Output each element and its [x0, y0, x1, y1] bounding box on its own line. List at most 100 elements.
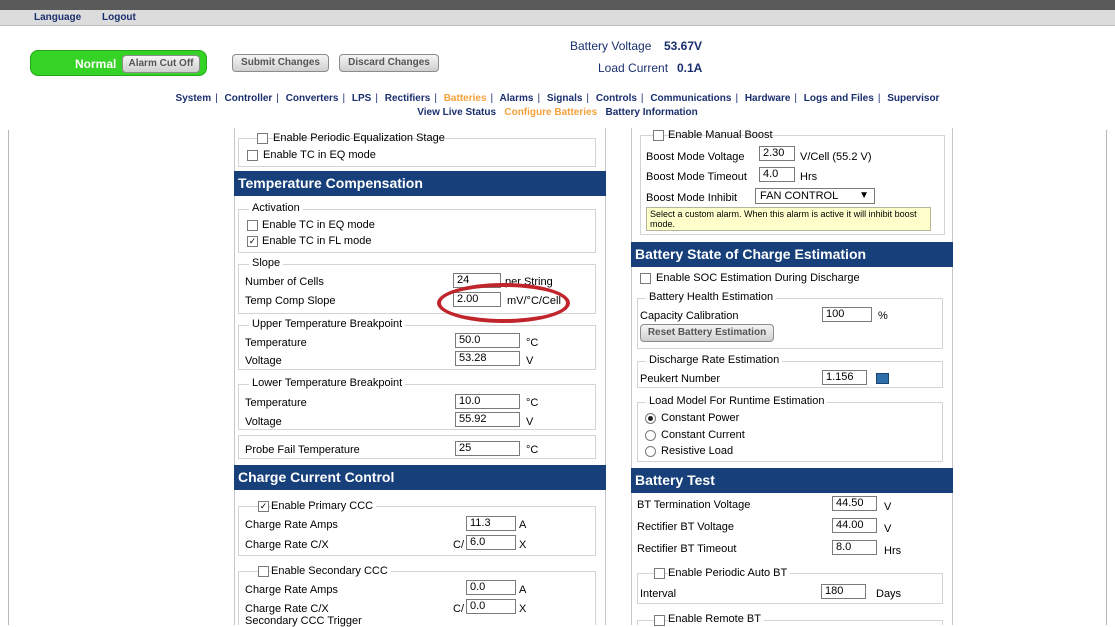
lower-voltage-input[interactable]: 55.92: [455, 412, 520, 427]
primary-amps-unit: A: [519, 519, 527, 531]
periodic-eq-label: Enable Periodic Equalization Stage: [273, 132, 445, 144]
reset-battery-estimation-button[interactable]: Reset Battery Estimation: [640, 324, 774, 342]
soc-estimation-header: Battery State of Charge Estimation: [631, 242, 953, 267]
upper-voltage-input[interactable]: 53.28: [455, 351, 520, 366]
boost-mode-voltage-input[interactable]: 2.30: [759, 146, 795, 161]
lower-breakpoint-legend: Lower Temperature Breakpoint: [249, 377, 406, 389]
tc-eq-mode-checkbox[interactable]: [247, 220, 258, 231]
battery-voltage-label: Battery Voltage: [570, 39, 652, 53]
lower-temperature-input[interactable]: 10.0: [455, 394, 520, 409]
resistive-load-label: Resistive Load: [661, 445, 734, 457]
boost-mode-inhibit-label: Boost Mode Inhibit: [646, 192, 738, 204]
primary-charge-rate-cx-input[interactable]: 6.0: [466, 535, 516, 550]
nav-converters[interactable]: Converters: [286, 93, 339, 104]
secondary-ccc-label: Enable Secondary CCC: [271, 565, 391, 577]
bt-termination-voltage-label: BT Termination Voltage: [637, 499, 751, 511]
soc-estimation-label: Enable SOC Estimation During Discharge: [656, 272, 860, 284]
upper-voltage-unit: V: [526, 355, 534, 367]
constant-power-radio[interactable]: [645, 413, 656, 424]
sub-navigation: View Live Status Configure Batteries Bat…: [0, 107, 1115, 118]
primary-charge-rate-amps-input[interactable]: 11.3: [466, 516, 516, 531]
tc-fl-mode-checkbox[interactable]: ✓: [247, 236, 258, 247]
bt-termination-voltage-input[interactable]: 44.50: [832, 496, 877, 511]
main-navigation: System | Controller | Converters | LPS | Rec…: [175, 93, 940, 104]
periodic-eq-checkbox[interactable]: [257, 133, 268, 144]
load-current-value: 0.1A: [677, 61, 703, 75]
interval-label: Interval: [640, 588, 677, 600]
resistive-load-radio[interactable]: [645, 446, 656, 457]
nav-system[interactable]: System: [176, 93, 212, 104]
rectifier-bt-voltage-label: Rectifier BT Voltage: [637, 521, 735, 533]
peukert-number-input[interactable]: 1.156: [822, 370, 867, 385]
upper-temperature-unit: °C: [526, 337, 539, 349]
remote-bt-checkbox[interactable]: [654, 615, 665, 626]
temp-comp-slope-label: Temp Comp Slope: [245, 295, 336, 307]
secondary-charge-rate-amps-input[interactable]: 0.0: [466, 580, 516, 595]
probe-fail-temperature-unit: °C: [526, 444, 539, 456]
slope-legend: Slope: [249, 257, 284, 269]
upper-temperature-label: Temperature: [245, 337, 307, 349]
boost-mode-inhibit-select[interactable]: FAN CONTROL ▼: [755, 188, 875, 204]
peukert-number-label: Peukert Number: [640, 373, 721, 385]
interval-input[interactable]: 180: [821, 584, 866, 599]
submit-changes-button[interactable]: Submit Changes: [232, 54, 329, 72]
logout-link[interactable]: Logout: [102, 12, 136, 23]
battery-voltage-value: 53.67V: [664, 39, 703, 53]
secondary-amps-unit: A: [519, 584, 527, 596]
upper-temperature-input[interactable]: 50.0: [455, 333, 520, 348]
soc-estimation-checkbox[interactable]: [640, 273, 651, 284]
subnav-configure-batteries[interactable]: Configure Batteries: [504, 107, 597, 118]
rectifier-bt-timeout-input[interactable]: 8.0: [832, 540, 877, 555]
boost-mode-timeout-input[interactable]: 4.0: [759, 167, 795, 182]
constant-current-radio[interactable]: [645, 430, 656, 441]
nav-alarms[interactable]: Alarms: [500, 93, 534, 104]
nav-logs-and-files[interactable]: Logs and Files: [804, 93, 874, 104]
constant-current-label: Constant Current: [661, 429, 745, 441]
secondary-ccc-checkbox[interactable]: [258, 566, 269, 577]
boost-mode-timeout-unit: Hrs: [800, 171, 818, 183]
load-current-label: Load Current: [598, 61, 669, 75]
tc-eq-mode-label-top: Enable TC in EQ mode: [263, 149, 376, 161]
lower-voltage-label: Voltage: [245, 416, 282, 428]
activation-legend: Activation: [249, 202, 303, 214]
page-border-left: [8, 130, 9, 625]
rectifier-bt-timeout-label: Rectifier BT Timeout: [637, 543, 737, 555]
tc-eq-mode-checkbox-top[interactable]: [247, 150, 258, 161]
battery-health-legend: Battery Health Estimation: [646, 291, 777, 303]
bt-termination-voltage-unit: V: [884, 501, 892, 513]
nav-controller[interactable]: Controller: [225, 93, 273, 104]
rectifier-bt-timeout-unit: Hrs: [884, 545, 902, 557]
capacity-calibration-input[interactable]: 100: [822, 307, 872, 322]
capacity-calibration-label: Capacity Calibration: [640, 310, 739, 322]
remote-bt-label: Enable Remote BT: [668, 613, 764, 625]
nav-supervisor[interactable]: Supervisor: [887, 93, 939, 104]
periodic-auto-bt-checkbox[interactable]: [654, 568, 665, 579]
alarm-cut-off-button[interactable]: Alarm Cut Off: [122, 55, 200, 73]
secondary-charge-rate-cx-label: Charge Rate C/X: [245, 603, 329, 615]
nav-batteries[interactable]: Batteries: [444, 93, 487, 104]
language-link[interactable]: Language: [34, 12, 81, 23]
secondary-charge-rate-cx-input[interactable]: 0.0: [466, 599, 516, 614]
secondary-charge-rate-amps-label: Charge Rate Amps: [245, 584, 338, 596]
battery-test-header: Battery Test: [631, 468, 953, 493]
window-top-border: [0, 0, 1115, 10]
subnav-battery-information[interactable]: Battery Information: [606, 107, 698, 118]
manual-boost-checkbox[interactable]: [653, 130, 664, 141]
boost-mode-timeout-label: Boost Mode Timeout: [646, 171, 747, 183]
charge-current-control-header: Charge Current Control: [234, 465, 606, 490]
discard-changes-button[interactable]: Discard Changes: [339, 54, 439, 72]
boost-inhibit-help-tip: Select a custom alarm. When this alarm i…: [646, 207, 931, 231]
temperature-compensation-header: Temperature Compensation: [234, 171, 606, 196]
primary-cx-suffix: X: [519, 539, 527, 551]
nav-communications[interactable]: Communications: [650, 93, 731, 104]
nav-controls[interactable]: Controls: [596, 93, 637, 104]
rectifier-bt-voltage-input[interactable]: 44.00: [832, 518, 877, 533]
nav-hardware[interactable]: Hardware: [745, 93, 791, 104]
nav-rectifiers[interactable]: Rectifiers: [385, 93, 431, 104]
primary-ccc-checkbox[interactable]: ✓: [258, 501, 269, 512]
nav-lps[interactable]: LPS: [352, 93, 371, 104]
calculator-icon[interactable]: [876, 373, 889, 384]
probe-fail-temperature-input[interactable]: 25: [455, 441, 520, 456]
subnav-view-live-status[interactable]: View Live Status: [417, 107, 496, 118]
nav-signals[interactable]: Signals: [547, 93, 583, 104]
